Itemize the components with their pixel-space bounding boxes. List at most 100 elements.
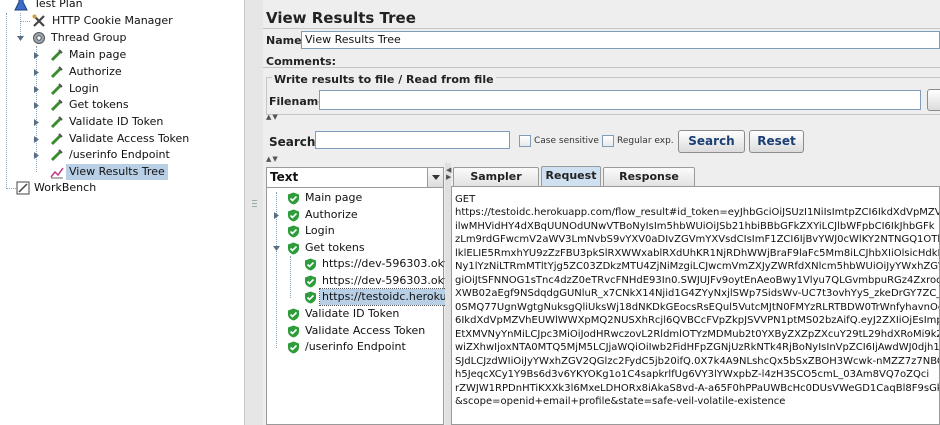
expand-toggle-icon[interactable] <box>273 245 280 252</box>
panel-splitter[interactable] <box>244 0 263 425</box>
tools-icon <box>32 14 45 27</box>
regular-exp-label: Regular exp. <box>617 136 674 146</box>
reset-button[interactable]: Reset <box>749 130 804 153</box>
request-line: GET <box>455 194 476 205</box>
write-results-group-label: Write results to file / Read from file <box>272 73 496 86</box>
tree-node-label: HTTP Cookie Manager <box>52 14 173 27</box>
expand-toggle-icon[interactable] <box>33 102 40 109</box>
name-input[interactable]: View Results Tree <box>301 31 940 49</box>
filename-label: Filename <box>269 95 326 108</box>
result-detail: Sampler result Request Response data GET… <box>451 163 940 425</box>
chart-icon <box>50 167 64 179</box>
request-line: 6IkdXdVpMZVhEUWlWWXpMQ2NUSXhRcjl6QVBCcFV… <box>455 315 940 326</box>
tree-connector <box>20 21 30 22</box>
tree-node-label: Validate Access Token <box>69 132 190 145</box>
request-line: SJdLCJzdWIiOiJyYWxhZGV2QGlzc2FydC5jb20if… <box>455 356 940 367</box>
splitter-grip <box>252 203 257 204</box>
tree-connector <box>6 188 16 189</box>
tree-node-label: WorkBench <box>34 181 97 194</box>
splitter-grip <box>252 200 257 201</box>
name-label: Name: <box>266 34 306 47</box>
chevron-down-icon[interactable] <box>427 168 443 187</box>
success-shield-icon <box>305 258 316 271</box>
view-results-tree-panel: View Results Tree Name: View Results Tre… <box>263 0 940 425</box>
pipette-icon <box>50 49 63 62</box>
divider <box>263 67 940 68</box>
expand-toggle-icon[interactable] <box>33 69 40 76</box>
result-node-label: Main page <box>305 191 363 204</box>
tree-node-label: Main page <box>69 48 127 61</box>
tree-connector <box>6 13 7 189</box>
expand-toggle-icon[interactable] <box>33 86 40 93</box>
success-shield-icon <box>305 275 316 288</box>
request-line: lklELIE5RmxhYU9zZzFBU3pkSlRXWWxablRXdUhK… <box>455 248 940 259</box>
result-node-label: https://dev-596303.oktap <box>322 257 462 270</box>
result-node-label: Login <box>305 224 335 237</box>
expand-toggle-icon[interactable] <box>273 212 280 219</box>
tree-node-label: Test Plan <box>34 0 83 10</box>
request-line: wiZXhwIjoxNTA0MTQ5MjM5LCJjaWQiOiIwb2FidH… <box>455 342 940 353</box>
regular-exp-checkbox[interactable] <box>602 135 614 147</box>
search-input[interactable] <box>315 131 510 149</box>
request-line: 0SMQ77UgnWgtgNuksgQliUksWj18dNKDkGEocsRs… <box>455 302 940 313</box>
splitter-grip <box>252 206 257 207</box>
request-line: EtXMVNyYnMiLCJpc3MiOiJodHRwczovL2RldmlOT… <box>455 329 940 340</box>
pipette-icon <box>50 116 63 129</box>
tab-request[interactable]: Request <box>541 166 601 187</box>
renderer-select-value: Text <box>270 170 299 184</box>
tree-node-label: Authorize <box>69 65 122 78</box>
pipette-icon <box>50 99 63 112</box>
filename-input[interactable] <box>319 90 921 110</box>
expand-toggle-icon[interactable] <box>33 52 40 59</box>
request-text-area[interactable]: GET https://testoidc.herokuapp.com/flow_… <box>451 186 940 425</box>
tree-node-label: Validate ID Token <box>69 115 164 128</box>
expand-toggle-icon[interactable] <box>33 152 40 159</box>
search-button[interactable]: Search <box>678 130 745 153</box>
expand-toggle-icon[interactable] <box>33 136 40 143</box>
gear-icon <box>33 32 45 44</box>
request-line: zLm9rdGFwcmV2aWV3LmNvbS9vYXV0aDIvZGVmYXV… <box>455 234 940 245</box>
success-shield-icon <box>288 341 299 354</box>
test-plan-tree[interactable]: Test Plan HTTP Cookie Manager Thread Gro… <box>0 0 244 425</box>
tab-response-data[interactable]: Response data <box>603 167 695 200</box>
search-label: Search: <box>269 135 321 149</box>
request-line: ilwMHVidHY4dXBqUUNOdUNwVTBoNyIsIm5hbWUiO… <box>455 221 935 232</box>
workbench-icon <box>16 181 30 195</box>
result-node-label: Validate Access Token <box>305 324 426 337</box>
success-shield-icon <box>288 325 299 338</box>
result-node-label: Get tokens <box>305 241 365 254</box>
request-line: &scope=openid+email+profile&state=safe-v… <box>455 396 786 407</box>
case-sensitive-checkbox[interactable] <box>519 135 531 147</box>
divider <box>263 28 940 29</box>
request-line: h5JeqcXCy1Y9Bs6d3v6YKYOKg1o1C4sapkrlfUg6… <box>455 369 930 380</box>
browse-button[interactable] <box>927 89 940 111</box>
pipette-icon <box>50 66 63 79</box>
tree-node-label: View Results Tree <box>66 164 168 180</box>
expand-toggle-icon[interactable] <box>33 119 40 126</box>
expand-toggle-icon[interactable] <box>17 35 24 42</box>
success-shield-icon <box>288 308 299 321</box>
collapse-arrows-icon[interactable]: ▲▼ <box>266 155 279 163</box>
result-node-label: https://dev-596303.oktap <box>322 274 462 287</box>
panel-title: View Results Tree <box>266 9 416 27</box>
result-node-label: Validate ID Token <box>305 307 400 320</box>
flask-icon <box>14 0 28 11</box>
tree-node-label: Get tokens <box>69 98 129 111</box>
results-tree[interactable]: Text Main page Authorize Login Get token… <box>266 167 464 425</box>
renderer-select[interactable]: Text <box>267 168 443 188</box>
pipette-icon <box>50 83 63 96</box>
tab-sampler-result[interactable]: Sampler result <box>453 167 539 200</box>
request-line: giOiJtSFNNOG1sTnc4dzZ0eTRvcFNHdE93In0.SW… <box>455 275 940 286</box>
request-line: XWB02aEgf9NSdqdgGUNluR_x7CNkX14Njid1G4ZY… <box>455 288 940 299</box>
success-shield-icon <box>288 192 299 205</box>
result-node-label: Authorize <box>305 208 358 221</box>
pipette-icon <box>50 133 63 146</box>
success-shield-icon <box>288 209 299 222</box>
collapse-arrows-icon[interactable]: ▲▼ <box>266 113 279 121</box>
result-node-label: /userinfo Endpoint <box>305 340 406 353</box>
tree-node-label: Login <box>69 82 99 95</box>
request-line: rZWJW1RPDnHTiKXXk3l6MxeLDHORx8iAkaS8vd-A… <box>455 383 940 394</box>
tree-node-label: Thread Group <box>51 31 127 44</box>
tree-node-label: /userinfo Endpoint <box>69 148 170 161</box>
tree-connector <box>290 256 291 298</box>
